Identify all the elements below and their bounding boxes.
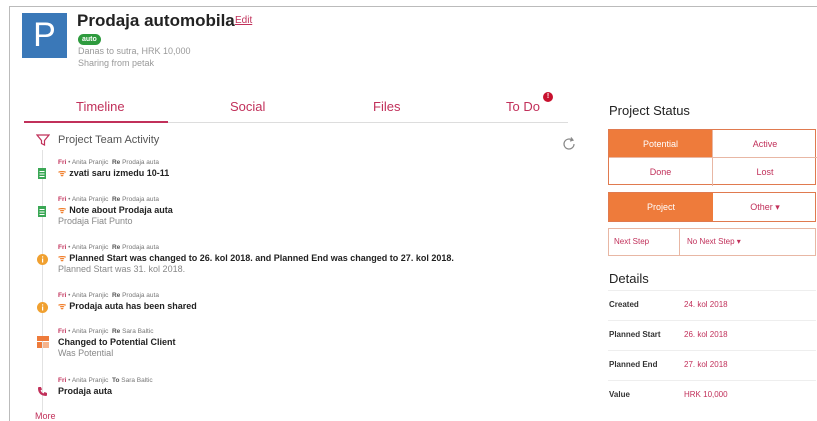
divider [679,229,680,255]
details-title: Details [609,271,649,286]
detail-value[interactable]: HRK 10,000 [684,390,728,399]
tab-todo[interactable]: To Do [506,99,540,114]
phone-icon [37,384,48,402]
activity-re-label: Re [111,159,121,166]
activity-re: Sara Baltic [121,377,153,384]
note-icon [37,204,47,222]
activity-text: Prodaja auta [58,386,113,396]
activity-re: Prodaja auta [122,196,159,203]
activity-day: Fri [58,328,67,335]
activity-re: Prodaja auta [122,292,159,299]
activity-day: Fri [58,159,67,166]
activity-text: Changed to Potential Client [58,337,176,347]
status-active[interactable]: Active [713,130,817,158]
activity-author: Anita Pranjic [71,196,109,203]
type-other-dropdown[interactable]: Other ▾ [713,193,817,221]
timeline-line [42,150,43,412]
info-icon [37,252,48,270]
detail-value[interactable]: 24. kol 2018 [684,300,728,309]
activity-re-label: To [111,377,120,384]
activity-item[interactable]: Fri • Anita Pranjic Re Prodaja auta ᯤ zva… [58,158,169,179]
tab-timeline[interactable]: Timeline [76,99,125,114]
signal-icon: ᯤ [58,168,67,178]
activity-item[interactable]: Fri • Anita Pranjic To Sara Baltic Proda… [58,376,153,397]
activity-text: Note about Prodaja auta [69,205,173,215]
more-link[interactable]: More [35,411,56,421]
status-potential[interactable]: Potential [609,130,713,158]
next-step-label: Next Step [614,237,650,246]
project-status-title: Project Status [609,103,690,118]
detail-value[interactable]: 27. kol 2018 [684,360,728,369]
edit-link[interactable]: Edit [235,15,252,26]
detail-label: Value [609,390,630,399]
activity-day: Fri [58,244,67,251]
detail-value[interactable]: 26. kol 2018 [684,330,728,339]
activity-detail: Planned Start was 31. kol 2018. [58,264,186,274]
activity-author: Anita Pranjic [71,159,109,166]
todo-badge: ! [543,92,553,102]
status-done[interactable]: Done [609,158,713,186]
activity-item[interactable]: Fri • Anita Pranjic Re Sara Baltic Chang… [58,327,176,359]
pipeline-icon [37,335,49,353]
detail-row-planned-end: Planned End 27. kol 2018 [608,350,816,380]
note-icon [37,166,47,184]
activity-re: Prodaja auta [122,159,159,166]
next-step-dropdown[interactable]: No Next Step ▾ [687,237,741,246]
detail-label: Created [609,300,639,309]
status-lost[interactable]: Lost [713,158,817,186]
activity-item[interactable]: Fri • Anita Pranjic Re Prodaja auta ᯤ Not… [58,195,173,227]
detail-label: Planned Start [609,330,661,339]
activity-detail: Was Potential [58,348,114,358]
refresh-icon[interactable] [561,136,577,157]
filter-icon[interactable] [35,133,51,152]
avatar: P [22,13,67,58]
signal-icon: ᯤ [58,253,67,263]
activity-re-label: Re [111,244,121,251]
activity-day: Fri [58,377,67,384]
type-selector: Project Other ▾ [608,192,816,222]
activity-re: Prodaja auta [122,244,159,251]
activity-author: Anita Pranjic [71,328,109,335]
active-tab-indicator [24,121,168,123]
activity-day: Fri [58,292,67,299]
detail-row-planned-start: Planned Start 26. kol 2018 [608,320,816,350]
sharing-info: Sharing from petak [78,58,155,68]
activity-author: Anita Pranjic [71,292,109,299]
activity-day: Fri [58,196,67,203]
signal-icon: ᯤ [58,205,67,215]
activity-re: Sara Baltic [122,328,154,335]
type-project-button[interactable]: Project [609,193,713,221]
detail-row-value: Value HRK 10,000 [608,380,816,410]
activity-item[interactable]: Fri • Anita Pranjic Re Prodaja auta ᯤ Pla… [58,243,454,275]
activity-text: Planned Start was changed to 26. kol 201… [69,253,454,263]
signal-icon: ᯤ [58,301,67,311]
activity-item[interactable]: Fri • Anita Pranjic Re Prodaja auta ᯤ Pro… [58,291,197,312]
project-summary: Danas to sutra, HRK 10,000 [78,46,191,56]
activity-detail: Prodaja Fiat Punto [58,216,133,226]
detail-label: Planned End [609,360,658,369]
tab-files[interactable]: Files [373,99,400,114]
activity-author: Anita Pranjic [71,244,109,251]
page-title: Prodaja automobila [77,11,235,30]
activity-re-label: Re [111,328,121,335]
activity-header: Project Team Activity [58,134,160,146]
activity-text: zvati saru izmedu 10-11 [69,168,170,178]
tag-badge[interactable]: auto [78,34,101,45]
detail-row-created: Created 24. kol 2018 [608,290,816,320]
status-selector: Potential Active Done Lost [608,129,817,186]
activity-re-label: Re [111,196,121,203]
activity-re-label: Re [111,292,121,299]
info-icon [37,300,48,318]
tab-social[interactable]: Social [230,99,265,114]
next-step-row: Next Step No Next Step ▾ [608,228,816,256]
activity-author: Anita Pranjic [71,377,109,384]
tab-bar: Timeline Social Files To Do [24,96,568,123]
activity-text: Prodaja auta has been shared [69,301,197,311]
